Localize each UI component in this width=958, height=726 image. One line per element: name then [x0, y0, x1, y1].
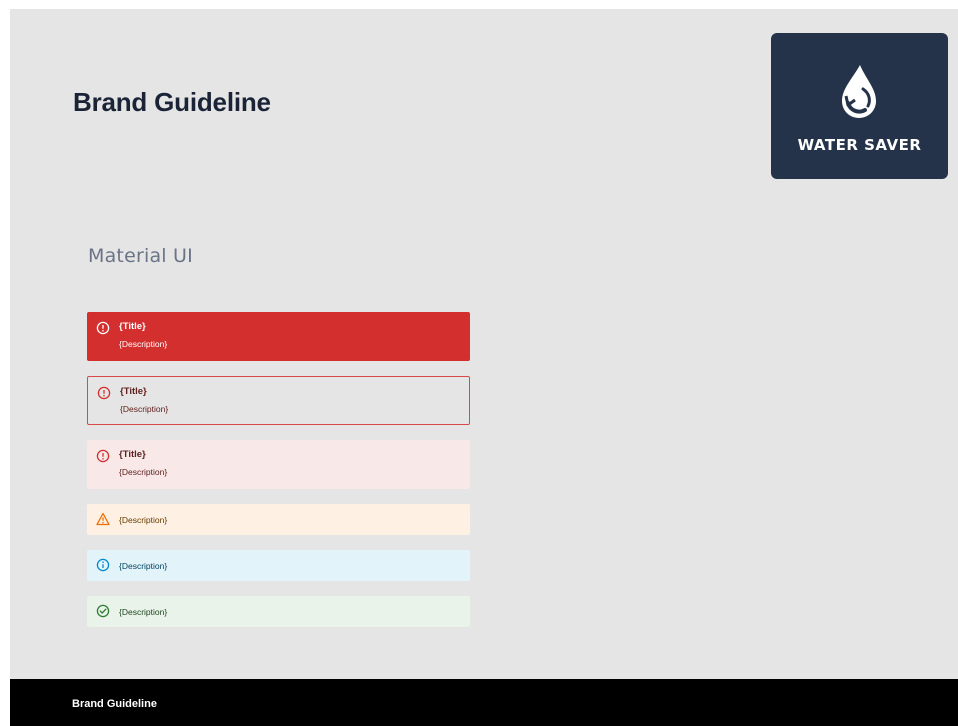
alert-description: {Description} — [119, 561, 168, 571]
alert-standard-error: {Title} {Description} — [87, 440, 470, 489]
alert-description: {Description} — [119, 515, 168, 525]
alert-description: {Description} — [119, 467, 168, 477]
error-outline-icon — [96, 449, 110, 463]
warning-icon — [96, 512, 110, 526]
error-outline-icon — [97, 386, 111, 400]
success-icon — [96, 604, 110, 618]
alert-title: {Title} — [119, 321, 146, 332]
alert-description: {Description} — [119, 607, 168, 617]
alert-success: {Description} — [87, 596, 470, 627]
guideline-page: Brand Guideline WATER SAVER Material UI … — [10, 9, 958, 679]
alert-warning: {Description} — [87, 504, 470, 535]
logo-text: WATER SAVER — [797, 136, 922, 154]
footer-bar: Brand Guideline — [10, 679, 958, 726]
alert-outlined-error: {Title} {Description} — [87, 376, 470, 425]
error-outline-icon — [96, 321, 110, 335]
page-title: Brand Guideline — [73, 87, 271, 117]
alert-description: {Description} — [120, 404, 169, 414]
brand-logo: WATER SAVER — [771, 33, 948, 179]
alert-filled-error: {Title} {Description} — [87, 312, 470, 361]
alert-title: {Title} — [119, 449, 146, 460]
footer-title: Brand Guideline — [72, 698, 157, 710]
info-icon — [96, 558, 110, 572]
alert-info: {Description} — [87, 550, 470, 581]
water-drop-icon — [842, 65, 876, 118]
alert-title: {Title} — [120, 386, 147, 397]
alert-description: {Description} — [119, 339, 168, 349]
section-title: Material UI — [88, 245, 193, 267]
